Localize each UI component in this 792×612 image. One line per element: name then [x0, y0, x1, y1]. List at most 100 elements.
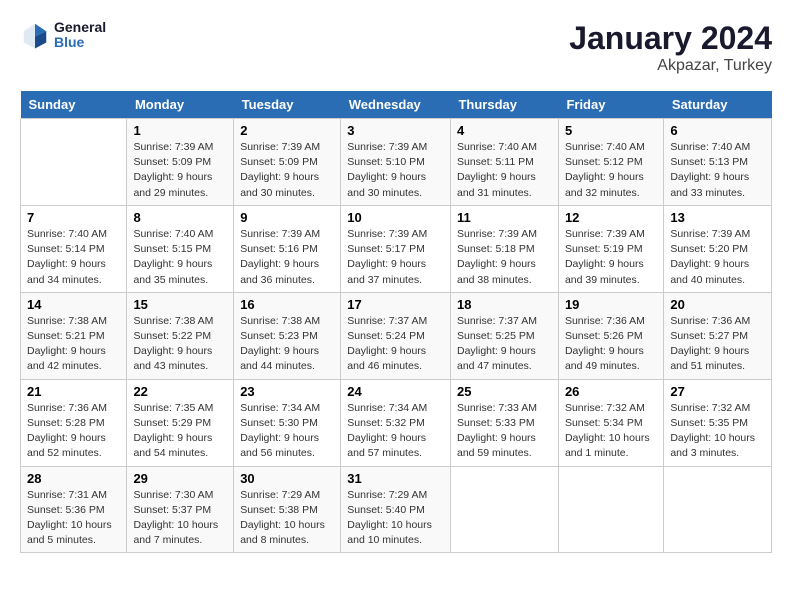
calendar-week-3: 14Sunrise: 7:38 AMSunset: 5:21 PMDayligh…	[21, 292, 772, 379]
day-info: Sunrise: 7:39 AMSunset: 5:18 PMDaylight:…	[457, 227, 552, 288]
calendar-cell: 20 Sunrise: 7:36 AMSunset: 5:27 PMDayligh…	[664, 292, 772, 379]
day-info: Sunrise: 7:39 AMSunset: 5:10 PMDaylight:…	[347, 140, 444, 201]
calendar-cell: 13 Sunrise: 7:39 AMSunset: 5:20 PMDayligh…	[664, 205, 772, 292]
day-number: 24	[347, 384, 444, 399]
day-number: 17	[347, 297, 444, 312]
day-info: Sunrise: 7:37 AMSunset: 5:25 PMDaylight:…	[457, 314, 552, 375]
day-info: Sunrise: 7:39 AMSunset: 5:16 PMDaylight:…	[240, 227, 334, 288]
day-number: 13	[670, 210, 765, 225]
day-header-friday: Friday	[558, 91, 663, 119]
calendar-week-2: 7Sunrise: 7:40 AMSunset: 5:14 PMDaylight…	[21, 205, 772, 292]
day-info: Sunrise: 7:39 AMSunset: 5:17 PMDaylight:…	[347, 227, 444, 288]
logo-line1: General	[54, 20, 106, 35]
calendar-cell: 17 Sunrise: 7:37 AMSunset: 5:24 PMDayligh…	[341, 292, 451, 379]
logo-text: General Blue	[54, 20, 106, 51]
day-number: 19	[565, 297, 657, 312]
day-number: 1	[133, 123, 227, 138]
calendar-cell: 29Sunrise: 7:30 AMSunset: 5:37 PMDayligh…	[127, 466, 234, 553]
day-info: Sunrise: 7:31 AMSunset: 5:36 PMDaylight:…	[27, 488, 120, 549]
day-number: 29	[133, 471, 227, 486]
calendar-cell: 1 Sunrise: 7:39 AMSunset: 5:09 PMDaylight…	[127, 119, 234, 206]
day-info: Sunrise: 7:40 AMSunset: 5:15 PMDaylight:…	[133, 227, 227, 288]
logo-line2: Blue	[54, 35, 106, 50]
calendar-week-5: 28 Sunrise: 7:31 AMSunset: 5:36 PMDayligh…	[21, 466, 772, 553]
day-info: Sunrise: 7:40 AMSunset: 5:14 PMDaylight:…	[27, 227, 120, 288]
day-info: Sunrise: 7:38 AMSunset: 5:22 PMDaylight:…	[133, 314, 227, 375]
day-info: Sunrise: 7:36 AMSunset: 5:28 PMDaylight:…	[27, 401, 120, 462]
day-number: 26	[565, 384, 657, 399]
calendar-cell: 24 Sunrise: 7:34 AMSunset: 5:32 PMDayligh…	[341, 379, 451, 466]
calendar-cell: 4Sunrise: 7:40 AMSunset: 5:11 PMDaylight…	[450, 119, 558, 206]
day-number: 12	[565, 210, 657, 225]
calendar-cell: 3 Sunrise: 7:39 AMSunset: 5:10 PMDaylight…	[341, 119, 451, 206]
calendar-table: SundayMondayTuesdayWednesdayThursdayFrid…	[20, 91, 772, 553]
day-number: 20	[670, 297, 765, 312]
calendar-week-1: 1 Sunrise: 7:39 AMSunset: 5:09 PMDaylight…	[21, 119, 772, 206]
day-number: 6	[670, 123, 765, 138]
calendar-cell: 9 Sunrise: 7:39 AMSunset: 5:16 PMDaylight…	[234, 205, 341, 292]
day-info: Sunrise: 7:33 AMSunset: 5:33 PMDaylight:…	[457, 401, 552, 462]
day-number: 10	[347, 210, 444, 225]
calendar-cell: 27 Sunrise: 7:32 AMSunset: 5:35 PMDayligh…	[664, 379, 772, 466]
day-number: 23	[240, 384, 334, 399]
day-info: Sunrise: 7:37 AMSunset: 5:24 PMDaylight:…	[347, 314, 444, 375]
day-info: Sunrise: 7:36 AMSunset: 5:26 PMDaylight:…	[565, 314, 657, 375]
day-number: 11	[457, 210, 552, 225]
logo-icon	[20, 20, 50, 50]
calendar-cell: 11 Sunrise: 7:39 AMSunset: 5:18 PMDayligh…	[450, 205, 558, 292]
calendar-cell: 26 Sunrise: 7:32 AMSunset: 5:34 PMDayligh…	[558, 379, 663, 466]
day-number: 9	[240, 210, 334, 225]
day-info: Sunrise: 7:29 AMSunset: 5:40 PMDaylight:…	[347, 488, 444, 549]
day-info: Sunrise: 7:39 AMSunset: 5:19 PMDaylight:…	[565, 227, 657, 288]
day-number: 8	[133, 210, 227, 225]
calendar-cell: 22Sunrise: 7:35 AMSunset: 5:29 PMDayligh…	[127, 379, 234, 466]
logo: General Blue	[20, 20, 106, 51]
day-number: 28	[27, 471, 120, 486]
day-info: Sunrise: 7:39 AMSunset: 5:09 PMDaylight:…	[133, 140, 227, 201]
calendar-cell: 10 Sunrise: 7:39 AMSunset: 5:17 PMDayligh…	[341, 205, 451, 292]
calendar-cell: 21 Sunrise: 7:36 AMSunset: 5:28 PMDayligh…	[21, 379, 127, 466]
day-info: Sunrise: 7:39 AMSunset: 5:09 PMDaylight:…	[240, 140, 334, 201]
day-info: Sunrise: 7:39 AMSunset: 5:20 PMDaylight:…	[670, 227, 765, 288]
day-number: 25	[457, 384, 552, 399]
day-header-wednesday: Wednesday	[341, 91, 451, 119]
day-number: 2	[240, 123, 334, 138]
page-subtitle: Akpazar, Turkey	[569, 57, 772, 75]
day-number: 27	[670, 384, 765, 399]
day-number: 5	[565, 123, 657, 138]
day-info: Sunrise: 7:32 AMSunset: 5:34 PMDaylight:…	[565, 401, 657, 462]
day-number: 14	[27, 297, 120, 312]
day-number: 31	[347, 471, 444, 486]
calendar-cell: 16Sunrise: 7:38 AMSunset: 5:23 PMDayligh…	[234, 292, 341, 379]
calendar-cell	[558, 466, 663, 553]
calendar-cell: 8 Sunrise: 7:40 AMSunset: 5:15 PMDaylight…	[127, 205, 234, 292]
page-header: General Blue January 2024 Akpazar, Turke…	[20, 20, 772, 75]
day-header-sunday: Sunday	[21, 91, 127, 119]
calendar-cell: 30Sunrise: 7:29 AMSunset: 5:38 PMDayligh…	[234, 466, 341, 553]
day-info: Sunrise: 7:40 AMSunset: 5:12 PMDaylight:…	[565, 140, 657, 201]
calendar-cell: 7Sunrise: 7:40 AMSunset: 5:14 PMDaylight…	[21, 205, 127, 292]
calendar-week-4: 21 Sunrise: 7:36 AMSunset: 5:28 PMDayligh…	[21, 379, 772, 466]
calendar-cell: 6Sunrise: 7:40 AMSunset: 5:13 PMDaylight…	[664, 119, 772, 206]
calendar-cell: 23 Sunrise: 7:34 AMSunset: 5:30 PMDayligh…	[234, 379, 341, 466]
calendar-cell: 2 Sunrise: 7:39 AMSunset: 5:09 PMDaylight…	[234, 119, 341, 206]
title-block: January 2024 Akpazar, Turkey	[569, 20, 772, 75]
day-info: Sunrise: 7:32 AMSunset: 5:35 PMDaylight:…	[670, 401, 765, 462]
day-number: 21	[27, 384, 120, 399]
page-title: January 2024	[569, 20, 772, 57]
calendar-header-row: SundayMondayTuesdayWednesdayThursdayFrid…	[21, 91, 772, 119]
day-info: Sunrise: 7:35 AMSunset: 5:29 PMDaylight:…	[133, 401, 227, 462]
day-info: Sunrise: 7:34 AMSunset: 5:32 PMDaylight:…	[347, 401, 444, 462]
day-number: 16	[240, 297, 334, 312]
day-header-thursday: Thursday	[450, 91, 558, 119]
day-info: Sunrise: 7:34 AMSunset: 5:30 PMDaylight:…	[240, 401, 334, 462]
calendar-cell: 31 Sunrise: 7:29 AMSunset: 5:40 PMDayligh…	[341, 466, 451, 553]
day-info: Sunrise: 7:36 AMSunset: 5:27 PMDaylight:…	[670, 314, 765, 375]
calendar-cell: 18Sunrise: 7:37 AMSunset: 5:25 PMDayligh…	[450, 292, 558, 379]
calendar-body: 1 Sunrise: 7:39 AMSunset: 5:09 PMDaylight…	[21, 119, 772, 553]
day-info: Sunrise: 7:40 AMSunset: 5:11 PMDaylight:…	[457, 140, 552, 201]
calendar-cell: 19 Sunrise: 7:36 AMSunset: 5:26 PMDayligh…	[558, 292, 663, 379]
day-number: 3	[347, 123, 444, 138]
day-info: Sunrise: 7:29 AMSunset: 5:38 PMDaylight:…	[240, 488, 334, 549]
calendar-cell: 28 Sunrise: 7:31 AMSunset: 5:36 PMDayligh…	[21, 466, 127, 553]
